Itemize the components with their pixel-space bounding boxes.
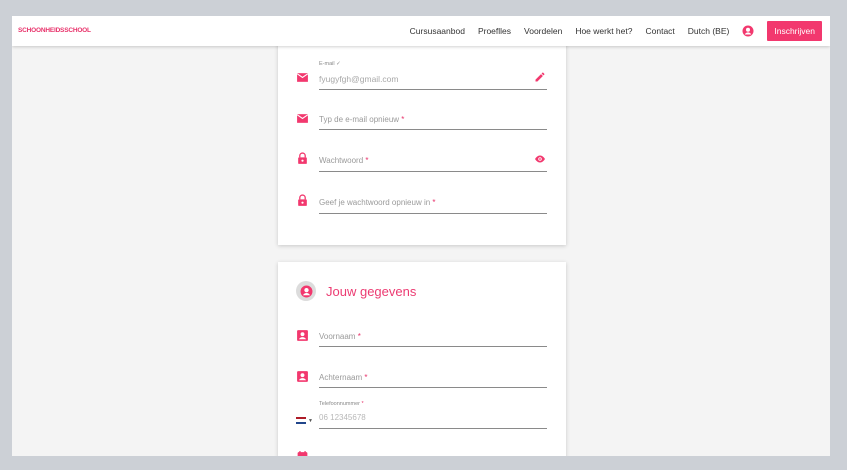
calendar-icon bbox=[296, 450, 309, 456]
account-card: E-mail ✓ fyugyfgh@gmail.com Typ de e-mai… bbox=[278, 36, 566, 245]
account-icon[interactable] bbox=[742, 25, 754, 37]
top-navbar: SCHOONHEIDSSCHOOL Cursusaanbod Proeflles… bbox=[12, 16, 830, 46]
required-mark: * bbox=[361, 401, 364, 407]
required-mark: * bbox=[364, 373, 368, 382]
nav-link-proefles[interactable]: Proeflles bbox=[478, 26, 511, 36]
phone-label: Telefoonnummer * bbox=[319, 401, 364, 407]
required-mark: * bbox=[401, 115, 405, 124]
password-repeat-underline bbox=[319, 213, 547, 214]
first-name-input[interactable]: Voornaam * bbox=[319, 332, 361, 341]
logo[interactable]: SCHOONHEIDSSCHOOL bbox=[18, 27, 91, 34]
password-input[interactable]: Wachtwoord * bbox=[319, 156, 369, 165]
edit-pencil-icon[interactable] bbox=[534, 71, 546, 83]
lock-icon bbox=[296, 152, 309, 165]
language-selector[interactable]: Dutch (BE) bbox=[688, 26, 730, 36]
nav-link-voordelen[interactable]: Voordelen bbox=[524, 26, 562, 36]
nav-link-hoe-werkt-het[interactable]: Hoe werkt het? bbox=[575, 26, 632, 36]
country-flag-nl-icon[interactable] bbox=[296, 417, 306, 424]
password-placeholder: Wachtwoord bbox=[319, 156, 364, 165]
required-mark: * bbox=[357, 332, 361, 341]
nav-links: Cursusaanbod Proeflles Voordelen Hoe wer… bbox=[397, 16, 822, 46]
required-mark: * bbox=[365, 156, 369, 165]
personal-details-card: Jouw gegevens Voornaam * Achternaam * Te… bbox=[278, 262, 566, 456]
phone-label-text: Telefoonnummer bbox=[319, 401, 360, 407]
password-underline bbox=[319, 171, 547, 172]
mail-icon bbox=[296, 112, 309, 125]
first-name-placeholder: Voornaam bbox=[319, 332, 356, 341]
phone-underline bbox=[319, 428, 547, 429]
section-title: Jouw gegevens bbox=[326, 283, 417, 299]
email-input[interactable]: fyugyfgh@gmail.com bbox=[319, 74, 399, 84]
email-underline bbox=[319, 89, 547, 90]
nav-link-contact[interactable]: Contact bbox=[645, 26, 674, 36]
phone-input[interactable]: 06 12345678 bbox=[319, 413, 366, 422]
contact-card-icon bbox=[296, 329, 309, 342]
nav-link-cursusaanbod[interactable]: Cursusaanbod bbox=[410, 26, 465, 36]
section-header: Jouw gegevens bbox=[296, 281, 416, 301]
last-name-underline bbox=[319, 387, 547, 388]
required-mark: * bbox=[432, 198, 436, 207]
email-label: E-mail ✓ bbox=[319, 61, 341, 67]
email-repeat-placeholder: Typ de e-mail opnieuw bbox=[319, 115, 400, 124]
lock-icon bbox=[296, 194, 309, 207]
email-repeat-input[interactable]: Typ de e-mail opnieuw * bbox=[319, 115, 404, 124]
last-name-input[interactable]: Achternaam * bbox=[319, 373, 368, 382]
email-repeat-underline bbox=[319, 129, 547, 130]
eye-icon[interactable] bbox=[534, 153, 546, 165]
contact-card-icon bbox=[296, 370, 309, 383]
logo-text: SCHOONHEIDSSCHOOL bbox=[18, 27, 91, 34]
user-circle-icon bbox=[296, 281, 316, 301]
password-repeat-input[interactable]: Geef je wachtwoord opnieuw in * bbox=[319, 198, 436, 207]
last-name-placeholder: Achternaam bbox=[319, 373, 363, 382]
browser-viewport: SCHOONHEIDSSCHOOL Cursusaanbod Proeflles… bbox=[12, 16, 830, 456]
first-name-underline bbox=[319, 346, 547, 347]
signup-button[interactable]: Inschrijven bbox=[767, 21, 822, 41]
country-dropdown-caret-icon[interactable]: ▼ bbox=[308, 418, 313, 424]
mail-icon bbox=[296, 71, 309, 84]
password-repeat-placeholder: Geef je wachtwoord opnieuw in bbox=[319, 198, 431, 207]
